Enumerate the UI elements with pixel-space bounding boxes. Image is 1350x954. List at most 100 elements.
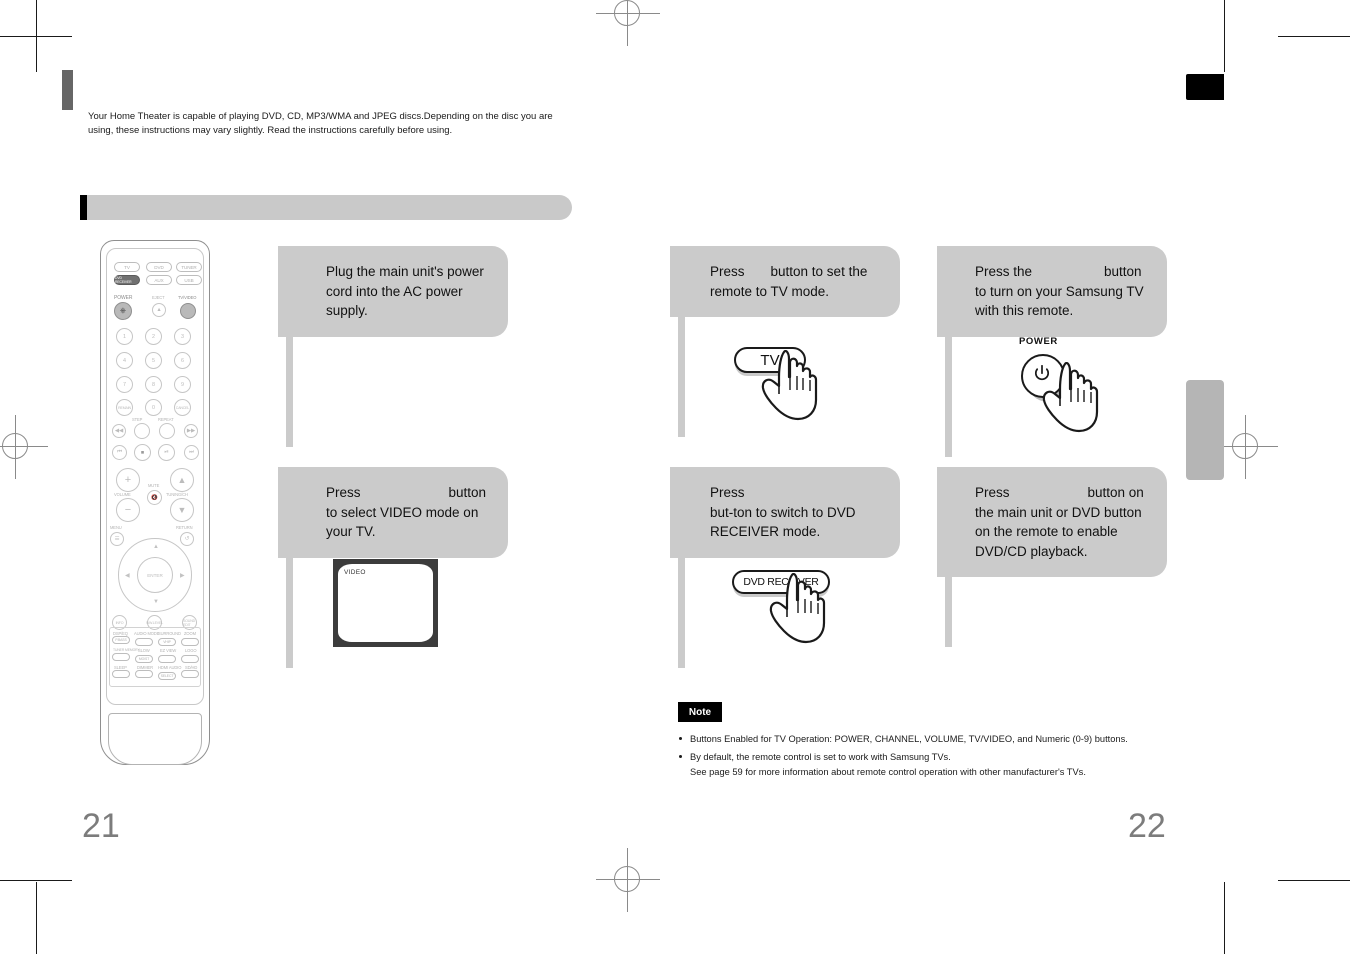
remote-label-tuner-memory: TUNER MEMORY (113, 648, 140, 652)
remote-button-sleep[interactable] (112, 670, 130, 678)
crop-mark-bottom-right-h (1278, 880, 1350, 881)
remote-label-volume: VOLUME (114, 492, 131, 497)
remote-button-previous[interactable]: ⏮ (112, 445, 127, 460)
note-block: Note Buttons Enabled for TV Operation: P… (678, 702, 1128, 783)
remote-button-0[interactable]: 0 (145, 399, 162, 416)
crop-mark-bottom-left-v (36, 882, 37, 954)
remote-label-repeat: REPEAT (158, 417, 174, 422)
nav-right-icon[interactable]: ▶ (180, 572, 185, 579)
remote-button-vhip[interactable]: VHIP (158, 638, 176, 646)
step-tv-mode-bubble: Press button to set the remote to TV mode… (670, 246, 900, 317)
remote-navigation-pad[interactable]: ▲ ▼ ◀ ▶ ENTER (118, 538, 192, 612)
remote-dvd-receiver-button-art[interactable]: DVD RECEIVER (732, 570, 830, 594)
remote-label-tvvideo: TV/VIDEO (178, 295, 197, 300)
crop-mark-top-right-h (1278, 36, 1350, 37)
remote-button-tuning-down[interactable]: ▼ (170, 498, 194, 522)
remote-label-zoom: ZOOM (184, 631, 196, 636)
remote-button-tuning-up[interactable]: ▲ (170, 468, 194, 492)
registration-mark-right (1214, 415, 1278, 479)
remote-button-volume-down[interactable]: − (116, 498, 140, 522)
remote-button-dvd-receiver[interactable]: DVD RECEIVER (114, 275, 140, 285)
intro-paragraph: Your Home Theater is capable of playing … (88, 111, 553, 136)
nav-down-icon[interactable]: ▼ (153, 599, 159, 605)
remote-tv-button-art[interactable]: TV (734, 347, 806, 373)
nav-up-icon[interactable]: ▲ (153, 544, 159, 550)
step-enable-playback-bubble: Press button on the main unit or DVD butt… (937, 467, 1167, 577)
step-plug-power-bubble: Plug the main unit's power cord into the… (278, 246, 508, 337)
remote-button-next[interactable]: ⏭ (184, 445, 199, 460)
remote-button-menu[interactable]: ☰ (110, 532, 124, 546)
remote-button-mono-stereo[interactable]: MO/ST (135, 655, 153, 663)
crop-mark-bottom-right-v (1224, 882, 1225, 954)
remote-button-2[interactable]: 2 (145, 328, 162, 345)
remote-button-repeat[interactable] (159, 423, 175, 439)
crop-mark-bottom-left-h (0, 880, 72, 881)
chapter-tab-gray (1186, 380, 1224, 480)
remote-button-tuner-memory[interactable] (112, 653, 130, 661)
remote-button-aux[interactable]: AUX (146, 275, 172, 285)
remote-button-cancel[interactable]: CANCEL (174, 399, 191, 416)
remote-label-hdmi-audio: HDMI AUDIO (158, 665, 182, 670)
remote-label-slow: SLOW (138, 648, 150, 653)
remote-button-1[interactable]: 1 (116, 328, 133, 345)
remote-power-button-art[interactable]: POWER (1019, 336, 1079, 406)
remote-button-mute[interactable]: 🔇 (147, 490, 162, 505)
crop-mark-top-right-v (1224, 0, 1225, 72)
remote-button-enter[interactable]: ENTER (137, 557, 173, 593)
remote-button-audio-mode[interactable] (135, 638, 153, 646)
step-tv-mode-stem (678, 317, 685, 437)
tv-screen-glass: VIDEO (338, 564, 433, 642)
remote-dvd-receiver-button-label: DVD RECEIVER (743, 576, 819, 588)
step-enable-playback: Press button on the main unit or DVD butt… (937, 467, 1187, 662)
step-select-video: Press button to select VIDEO mode on your… (278, 467, 528, 668)
remote-button-volume-up[interactable]: + (116, 468, 140, 492)
remote-button-fastforward[interactable]: ▶▶ (184, 424, 198, 438)
note-item: By default, the remote control is set to… (678, 750, 1128, 780)
remote-button-eject[interactable]: ▲ (152, 303, 166, 317)
remote-button-zoom[interactable] (181, 638, 199, 646)
remote-control-illustration: TV DVD TUNER DVD RECEIVER AUX USB POWER … (100, 240, 210, 765)
chapter-tab-black (1186, 74, 1224, 100)
remote-button-3[interactable]: 3 (174, 328, 191, 345)
remote-button-4[interactable]: 4 (116, 352, 133, 369)
remote-button-step[interactable] (134, 423, 150, 439)
note-tag: Note (678, 702, 722, 722)
note-item: Buttons Enabled for TV Operation: POWER,… (678, 732, 1128, 747)
remote-button-dimmer[interactable] (135, 670, 153, 678)
remote-button-stop[interactable]: ■ (134, 444, 151, 461)
step-enable-playback-text-before: Press (975, 485, 1010, 500)
remote-label-mute: MUTE (148, 483, 160, 488)
registration-mark-left (0, 415, 48, 479)
remote-label-power: POWER (114, 295, 133, 301)
remote-label-menu: MENU (110, 525, 122, 530)
step-select-video-stem (286, 557, 293, 668)
remote-button-sd-hd[interactable] (181, 670, 199, 678)
remote-button-pbass[interactable]: P.BASS (112, 636, 130, 644)
remote-button-9[interactable]: 9 (174, 376, 191, 393)
remote-button-usb[interactable]: USB (176, 275, 202, 285)
remote-label-eject: EJECT (152, 295, 165, 300)
remote-button-select[interactable]: SELECT (158, 672, 176, 680)
remote-label-tuning: TUNING/CH (166, 492, 188, 497)
remote-button-tv[interactable]: TV (114, 262, 140, 272)
step-tv-mode: Press button to set the remote to TV mode… (670, 246, 920, 451)
remote-button-7[interactable]: 7 (116, 376, 133, 393)
step-dvd-receiver-mode: Press but-ton to switch to DVD RECEIVER m… (670, 467, 920, 668)
remote-button-remain[interactable]: REMAIN (116, 399, 133, 416)
remote-button-play-pause[interactable]: ⏯ (158, 444, 175, 461)
remote-button-ez-view[interactable] (158, 655, 176, 663)
nav-left-icon[interactable]: ◀ (125, 572, 130, 579)
remote-button-dvd[interactable]: DVD (146, 262, 172, 272)
remote-button-power[interactable]: ⎈ (114, 302, 132, 320)
remote-button-logo[interactable] (181, 655, 199, 663)
remote-label-step: STEP (132, 417, 143, 422)
remote-button-5[interactable]: 5 (145, 352, 162, 369)
remote-button-tuner[interactable]: TUNER (176, 262, 202, 272)
remote-button-8[interactable]: 8 (145, 376, 162, 393)
remote-button-return[interactable]: ↺ (180, 532, 194, 546)
remote-button-tvvideo[interactable] (180, 303, 196, 319)
remote-button-6[interactable]: 6 (174, 352, 191, 369)
remote-button-rewind[interactable]: ◀◀ (112, 424, 126, 438)
bullet-icon (679, 737, 682, 740)
note-item-continuation: See page 59 for more information about r… (690, 767, 1086, 777)
